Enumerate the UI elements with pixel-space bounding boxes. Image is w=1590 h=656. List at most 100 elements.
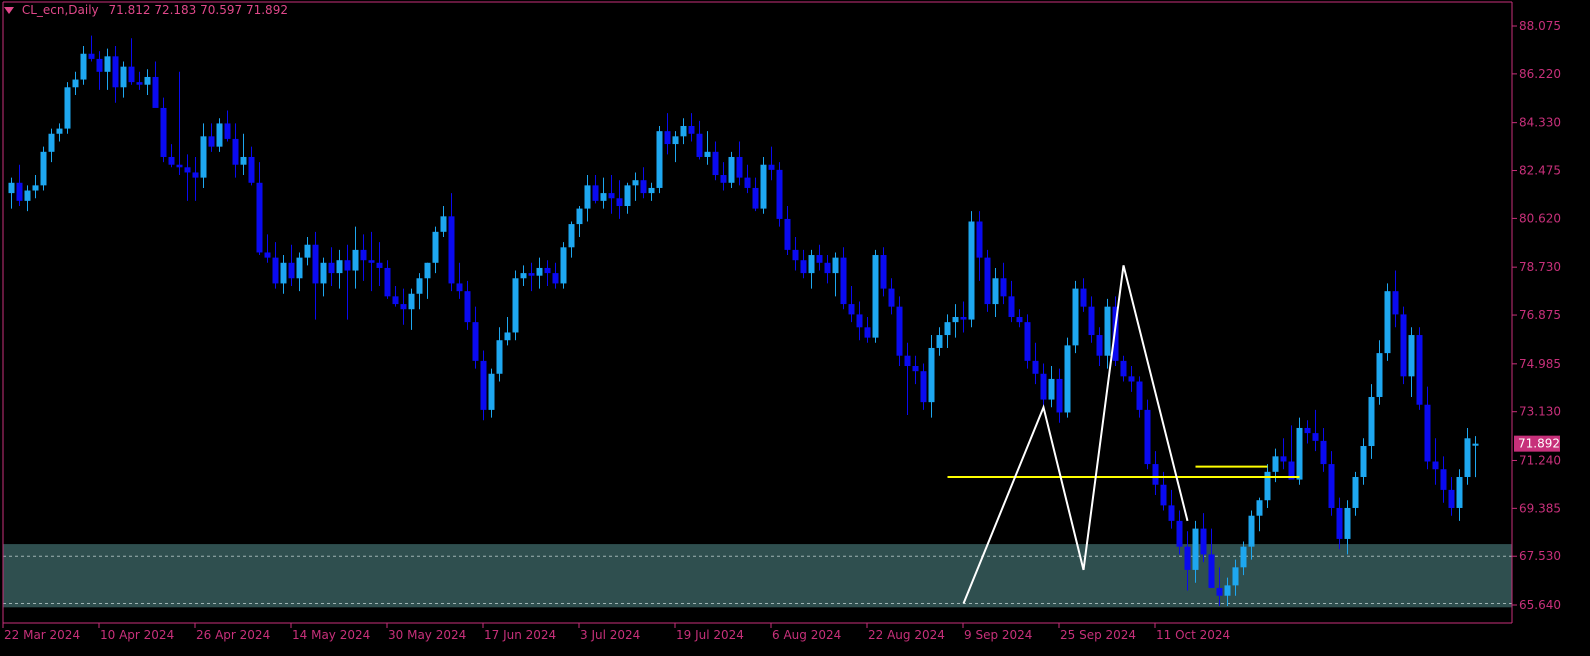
y-tick-label: 80.620 bbox=[1519, 211, 1561, 225]
y-tick-label: 69.385 bbox=[1519, 501, 1561, 515]
candle-body bbox=[664, 131, 671, 145]
candle-body bbox=[480, 360, 487, 410]
candle-body bbox=[1208, 554, 1215, 588]
candle-body bbox=[600, 193, 607, 201]
candle-body bbox=[416, 278, 423, 294]
candle-body bbox=[136, 82, 143, 85]
candle-body bbox=[336, 260, 343, 274]
x-tick-label: 19 Jul 2024 bbox=[676, 628, 744, 642]
candle-body bbox=[1448, 489, 1455, 508]
candle-body bbox=[720, 175, 727, 183]
candle-body bbox=[288, 262, 295, 279]
candle-body bbox=[120, 66, 127, 88]
candle-body bbox=[704, 151, 711, 157]
candle-body bbox=[248, 156, 255, 183]
candle-body bbox=[1072, 288, 1079, 346]
candle-body bbox=[376, 262, 383, 268]
candle-body bbox=[968, 221, 975, 320]
collapse-triangle-icon[interactable] bbox=[4, 7, 14, 14]
candle-body bbox=[328, 262, 335, 274]
candle-body bbox=[736, 156, 743, 178]
candle-body bbox=[1376, 353, 1383, 397]
candle-body bbox=[696, 133, 703, 157]
candle-body bbox=[16, 182, 23, 201]
candle-body bbox=[832, 257, 839, 274]
candle-body bbox=[672, 136, 679, 145]
candle-body bbox=[1440, 469, 1447, 490]
candle-body bbox=[760, 164, 767, 209]
candle-body bbox=[440, 216, 447, 232]
x-tick-label: 14 May 2024 bbox=[292, 628, 370, 642]
candle-body bbox=[552, 273, 559, 284]
candle-body bbox=[1048, 378, 1055, 400]
candle-body bbox=[1456, 476, 1463, 508]
candle-body bbox=[976, 221, 983, 258]
candle-body bbox=[864, 327, 871, 338]
candle-body bbox=[296, 257, 303, 279]
candle-body bbox=[896, 306, 903, 356]
candle-body bbox=[1336, 507, 1343, 539]
candle-body bbox=[1096, 335, 1103, 356]
candle-body bbox=[936, 335, 943, 348]
ohlc-high: 72.183 bbox=[154, 3, 197, 17]
candle-body bbox=[768, 164, 775, 170]
candle-body bbox=[1384, 291, 1391, 354]
candle-body bbox=[1464, 438, 1471, 477]
candle-body bbox=[1120, 360, 1127, 377]
x-tick-label: 9 Sep 2024 bbox=[964, 628, 1032, 642]
candle-body bbox=[856, 314, 863, 328]
candle-body bbox=[1416, 335, 1423, 405]
x-tick-label: 26 Apr 2024 bbox=[196, 628, 270, 642]
candle-body bbox=[264, 252, 271, 258]
candle-body bbox=[1392, 291, 1399, 315]
candle-body bbox=[1256, 500, 1263, 516]
candle-body bbox=[848, 304, 855, 315]
candle-body bbox=[984, 257, 991, 305]
candle-body bbox=[520, 273, 527, 279]
y-tick-label: 73.130 bbox=[1519, 405, 1561, 419]
candle-body bbox=[744, 177, 751, 188]
candle-body bbox=[472, 322, 479, 361]
candle-body bbox=[392, 296, 399, 305]
candle-body bbox=[992, 278, 999, 305]
candle-body bbox=[96, 58, 103, 72]
candle-body bbox=[496, 340, 503, 374]
candle-body bbox=[792, 249, 799, 261]
candle-body bbox=[1432, 461, 1439, 470]
price-chart[interactable]: 88.075 86.220 84.330 82.475 80.620 78.730 76.8… bbox=[0, 0, 1590, 656]
candle-body bbox=[280, 262, 287, 284]
candle-body bbox=[584, 185, 591, 209]
x-tick-label: 30 May 2024 bbox=[388, 628, 466, 642]
ohlc-close: 71.892 bbox=[245, 3, 288, 17]
candle-body bbox=[1400, 314, 1407, 377]
candle-body bbox=[1312, 433, 1319, 441]
candle-body bbox=[56, 128, 63, 134]
candle-body bbox=[1328, 464, 1335, 508]
candle-body bbox=[1160, 484, 1167, 506]
demand-zone-layer bbox=[3, 544, 1512, 608]
candle-body bbox=[1008, 296, 1015, 317]
x-tick-label: 11 Oct 2024 bbox=[1156, 628, 1230, 642]
y-tick-label: 71.240 bbox=[1519, 453, 1561, 467]
candle-body bbox=[1360, 446, 1367, 477]
candle-body bbox=[408, 293, 415, 310]
candle-body bbox=[360, 249, 367, 261]
candle-body bbox=[592, 185, 599, 201]
candle-body bbox=[1152, 464, 1159, 485]
candle-body bbox=[816, 255, 823, 263]
candle-body bbox=[1024, 322, 1031, 361]
candle-body bbox=[880, 255, 887, 289]
candle-body bbox=[784, 218, 791, 250]
candle-body bbox=[1424, 404, 1431, 462]
candle-body bbox=[904, 355, 911, 367]
candle-body bbox=[624, 185, 631, 207]
ohlc-low: 70.597 bbox=[200, 3, 243, 17]
candle-body bbox=[1296, 427, 1303, 480]
candle-body bbox=[824, 262, 831, 274]
candle-body bbox=[1320, 440, 1327, 465]
candle-body bbox=[1408, 335, 1415, 377]
candle-body bbox=[1016, 316, 1023, 323]
candle-body bbox=[1224, 585, 1231, 596]
candle-body bbox=[112, 56, 119, 88]
candle-body bbox=[840, 257, 847, 305]
